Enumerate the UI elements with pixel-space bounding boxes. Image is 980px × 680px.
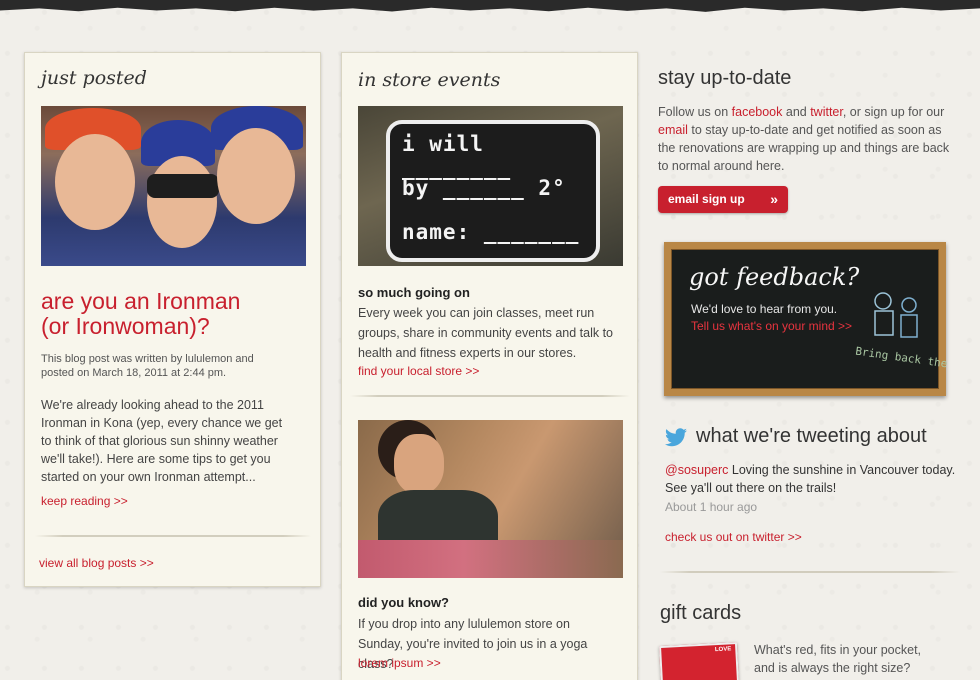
view-all-posts-link[interactable]: view all blog posts >> — [39, 556, 154, 570]
gift-text: What's red, fits in your pocket, and is … — [754, 643, 922, 675]
gift-card-image[interactable]: LOVE — [659, 641, 739, 680]
divider — [35, 535, 311, 537]
find-store-link[interactable]: find your local store >> — [358, 364, 479, 378]
blog-heading: just posted — [41, 67, 147, 89]
email-signup-label: email sign up — [668, 192, 745, 206]
face-shape — [147, 156, 217, 248]
events-card: in store events i will ________ by _____… — [341, 52, 638, 680]
yoga-photo[interactable] — [358, 420, 623, 578]
stay-paragraph: Follow us on facebook and twitter, or si… — [658, 103, 958, 175]
email-link[interactable]: email — [658, 123, 688, 137]
tweet-handle-link[interactable]: @sosuperc — [665, 463, 728, 477]
stay-text: and — [782, 105, 811, 119]
divider — [350, 395, 630, 397]
gift-heading: gift cards — [660, 602, 742, 624]
keep-reading-link[interactable]: keep reading >> — [41, 494, 128, 508]
tweet-text: @sosuperc Loving the sunshine in Vancouv… — [665, 461, 965, 497]
stay-text: Follow us on — [658, 105, 732, 119]
stay-text: , or sign up for our — [842, 105, 945, 119]
doodle-figure-icon — [874, 292, 918, 338]
feedback-chalkboard[interactable]: got feedback? We'd love to hear from you… — [664, 242, 948, 396]
facebook-link[interactable]: facebook — [732, 105, 783, 119]
event-item2-title: did you know? — [358, 595, 449, 610]
blog-card: just posted are you an Ironman (or Ironw… — [24, 52, 321, 587]
board-line-1: i will ________ — [402, 132, 512, 180]
board-line-2: by ______ 2° — [402, 176, 566, 200]
stay-heading: stay up-to-date — [658, 67, 792, 89]
event-item1-title: so much going on — [358, 285, 470, 300]
email-signup-button[interactable]: email sign up » — [658, 186, 788, 213]
stay-text: to stay up-to-date and get notified as s… — [658, 123, 950, 173]
chalk-doodle: Bring back the — [855, 289, 948, 379]
chalk-sign: i will ________ by ______ 2° name: _____… — [386, 120, 600, 262]
divider — [660, 571, 960, 573]
header-torn-edge — [0, 0, 980, 12]
double-chevron-icon: » — [770, 191, 778, 207]
post-excerpt: We're already looking ahead to the 2011 … — [41, 398, 283, 484]
post-title-line2[interactable]: (or Ironwoman)? — [41, 313, 210, 339]
post-meta: This blog post was written by lululemon … — [41, 353, 254, 379]
face-shape — [55, 134, 135, 230]
blog-photo[interactable] — [41, 106, 306, 266]
post-title[interactable]: are you an Ironman (or Ironwoman)? — [41, 289, 301, 339]
feedback-subtitle: We'd love to hear from you. — [691, 302, 838, 316]
event-item1-body: Every week you can join classes, meet ru… — [358, 306, 613, 360]
feedback-link[interactable]: Tell us what's on your mind >> — [691, 319, 852, 333]
board-line-3: name: _______ — [402, 220, 580, 244]
tweet-time: About 1 hour ago — [665, 500, 758, 514]
sunglasses-shape — [147, 174, 219, 198]
post-title-line1[interactable]: are you an Ironman — [41, 288, 240, 314]
twitter-link[interactable]: twitter — [810, 105, 843, 119]
face-shape — [394, 434, 444, 494]
twitter-bird-icon — [665, 428, 687, 447]
tweets-heading: what we're tweeting about — [696, 425, 927, 447]
lorem-ipsum-link[interactable]: lorem ipsum >> — [358, 656, 441, 670]
face-shape — [217, 128, 295, 224]
feedback-title: got feedback? — [689, 263, 860, 291]
events-photo[interactable]: i will ________ by ______ 2° name: _____… — [358, 106, 623, 266]
events-heading: in store events — [358, 69, 501, 91]
yoga-mat-shape — [358, 540, 623, 578]
twitter-profile-link[interactable]: check us out on twitter >> — [665, 528, 802, 546]
gift-card-label: LOVE — [714, 646, 732, 654]
